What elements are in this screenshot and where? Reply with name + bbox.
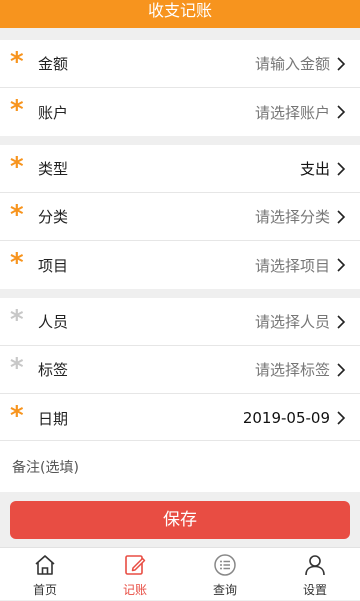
tag-label: 标签 [38,361,69,379]
save-button[interactable]: 保存 [10,501,350,539]
category-label: 分类 [38,208,69,226]
optional-asterisk-icon: * [10,353,24,383]
list-icon [214,554,236,576]
project-row[interactable]: * 项目 请选择项目 [0,241,360,289]
member-select[interactable]: 请选择人员 [255,311,330,332]
required-asterisk-icon: * [10,200,24,230]
chevron-right-icon [337,57,346,71]
app-header: 收支记账 [0,0,360,28]
form-group-2: * 类型 支出 * 分类 请选择分类 * 项目 请选择项目 [0,145,360,289]
tag-row[interactable]: * 标签 请选择标签 [0,346,360,394]
page-title: 收支记账 [147,1,212,20]
tab-home[interactable]: 首页 [0,548,90,601]
type-select[interactable]: 支出 [300,158,330,179]
chevron-right-icon [337,105,346,119]
note-placeholder: 备注(选填) [12,460,79,476]
project-label: 项目 [38,256,69,275]
date-picker[interactable]: 2019-05-09 [243,409,330,427]
tab-record[interactable]: 记账 [90,548,180,601]
tab-record-label: 记账 [122,583,147,597]
required-asterisk-icon: * [10,248,24,278]
tab-query-label: 查询 [212,583,237,597]
account-label: 账户 [38,103,69,122]
project-select[interactable]: 请选择项目 [255,255,330,276]
chevron-right-icon [337,210,346,224]
edit-icon [125,555,146,575]
tag-select[interactable]: 请选择标签 [255,359,330,380]
category-select[interactable]: 请选择分类 [255,206,330,227]
chevron-right-icon [337,162,346,176]
chevron-right-icon [337,411,346,425]
bottom-tab-bar: 首页 记账 查询 设置 [0,547,360,600]
member-label: 人员 [38,313,69,331]
tab-settings[interactable]: 设置 [270,548,360,601]
form-group-1: * 金额 请输入金额 * 账户 请选择账户 [0,40,360,136]
chevron-right-icon [337,258,346,272]
required-asterisk-icon: * [10,47,24,77]
amount-input[interactable]: 请输入金额 [255,53,330,74]
tab-home-label: 首页 [32,583,57,597]
user-icon [305,555,325,576]
required-asterisk-icon: * [10,401,24,431]
date-label: 日期 [38,409,69,428]
home-icon [35,555,55,575]
tab-settings-label: 设置 [302,583,327,597]
amount-label: 金额 [38,55,69,73]
tab-query[interactable]: 查询 [180,548,270,601]
chevron-right-icon [337,363,346,377]
category-row[interactable]: * 分类 请选择分类 [0,193,360,241]
required-asterisk-icon: * [10,95,24,125]
member-row[interactable]: * 人员 请选择人员 [0,298,360,346]
type-row[interactable]: * 类型 支出 [0,145,360,193]
type-label: 类型 [38,160,69,178]
account-row[interactable]: * 账户 请选择账户 [0,88,360,136]
required-asterisk-icon: * [10,152,24,182]
amount-row[interactable]: * 金额 请输入金额 [0,40,360,88]
chevron-right-icon [337,315,346,329]
account-select[interactable]: 请选择账户 [255,102,330,123]
form-group-3: * 人员 请选择人员 * 标签 请选择标签 * 日期 2019-05-09 [0,298,360,442]
date-row[interactable]: * 日期 2019-05-09 [0,394,360,442]
note-field[interactable]: 备注(选填) [0,440,360,492]
optional-asterisk-icon: * [10,305,24,335]
